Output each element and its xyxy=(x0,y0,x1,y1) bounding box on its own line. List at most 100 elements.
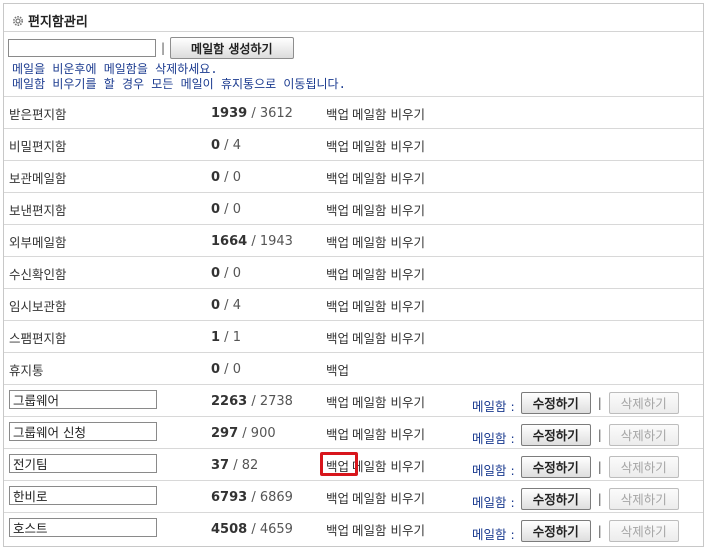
edit-button[interactable]: 수정하기 xyxy=(520,455,591,478)
mail-count: 37 / 82 xyxy=(211,458,258,473)
mail-count: 1939 / 3612 xyxy=(211,106,293,121)
empty-mailbox-link[interactable]: 메일함 비우기 xyxy=(352,427,425,442)
folder-name: 휴지통 xyxy=(9,363,44,378)
folder-name: 비밀편지함 xyxy=(9,139,67,154)
unread-count: 0 xyxy=(211,362,221,377)
folder-name: 수신확인함 xyxy=(9,267,67,282)
count-slash: / xyxy=(247,490,260,505)
empty-mailbox-link[interactable]: 메일함 비우기 xyxy=(352,235,425,250)
table-row: 스팸편지함 1 / 1 백업 메일함 비우기 xyxy=(4,320,703,352)
folder-actions: 백업 메일함 비우기 xyxy=(326,488,428,507)
total-count: 1 xyxy=(232,330,241,345)
folder-name: 받은편지함 xyxy=(9,107,67,122)
backup-link[interactable]: 백업 xyxy=(326,395,349,410)
backup-link[interactable]: 백업 xyxy=(326,491,349,506)
table-row: 수신확인함 0 / 0 백업 메일함 비우기 xyxy=(4,256,703,288)
backup-link[interactable]: 백업 xyxy=(326,427,349,442)
empty-mailbox-link[interactable]: 메일함 비우기 xyxy=(352,523,425,538)
table-row: 보관메일함 0 / 0 백업 메일함 비우기 xyxy=(4,160,703,192)
backup-link[interactable]: 백업 xyxy=(326,331,349,346)
separator: | xyxy=(597,427,602,442)
mailbox-controls: 메일함 : 수정하기 | 삭제하기 xyxy=(472,454,679,479)
empty-mailbox-link[interactable]: 메일함 비우기 xyxy=(352,171,425,186)
unread-count: 37 xyxy=(211,458,230,473)
create-mailbox-row: | 메일함 생성하기 xyxy=(8,37,294,59)
folder-name: 스팸편지함 xyxy=(9,331,67,346)
delete-button[interactable]: 삭제하기 xyxy=(608,519,679,542)
table-row: 297 / 900 백업메일함 비우기 메일함 : 수정하기 | 삭제하기 xyxy=(4,416,703,448)
edit-button[interactable]: 수정하기 xyxy=(520,487,591,510)
count-slash: / xyxy=(247,106,260,121)
mail-count: 2263 / 2738 xyxy=(211,394,293,409)
edit-button[interactable]: 수정하기 xyxy=(520,423,591,446)
page-title: 편지함관리 xyxy=(28,15,88,30)
edit-button[interactable]: 수정하기 xyxy=(520,391,591,414)
mailbox-controls: 메일함 : 수정하기 | 삭제하기 xyxy=(472,390,679,415)
empty-mailbox-link[interactable]: 메일함 비우기 xyxy=(352,459,425,474)
folder-actions: 백업 메일함 비우기 xyxy=(326,168,428,187)
new-mailbox-name-input[interactable] xyxy=(8,39,156,57)
edit-button[interactable]: 수정하기 xyxy=(520,519,591,542)
empty-mailbox-link[interactable]: 메일함 비우기 xyxy=(352,139,425,154)
count-slash: / xyxy=(220,202,233,217)
notice-text: 메일을 비운후에 메일함을 삭제하세요. 메일함 비우기를 할 경우 모든 메일… xyxy=(12,62,346,92)
empty-mailbox-link[interactable]: 메일함 비우기 xyxy=(352,331,425,346)
table-row: 2263 / 2738 백업메일함 비우기 메일함 : 수정하기 | 삭제하기 xyxy=(4,384,703,416)
mailbox-label: 메일함 : xyxy=(472,527,515,542)
delete-button[interactable]: 삭제하기 xyxy=(608,391,679,414)
count-slash: / xyxy=(220,170,233,185)
backup-link[interactable]: 백업 xyxy=(326,203,349,218)
mail-count: 0 / 0 xyxy=(211,362,241,377)
create-mailbox-button[interactable]: 메일함 생성하기 xyxy=(170,37,294,59)
folder-name-input[interactable] xyxy=(9,422,157,441)
backup-link[interactable]: 백업 xyxy=(326,299,349,314)
folder-name-input[interactable] xyxy=(9,390,157,409)
separator: | xyxy=(597,523,602,538)
backup-link[interactable]: 백업 xyxy=(326,267,349,282)
count-slash: / xyxy=(220,138,233,153)
folder-name-input[interactable] xyxy=(9,518,157,537)
backup-link[interactable]: 백업 xyxy=(326,171,349,186)
table-row: 받은편지함 1939 / 3612 백업 메일함 비우기 xyxy=(4,96,703,128)
folder-actions: 백업 xyxy=(326,360,352,379)
separator: | xyxy=(597,395,602,410)
mailbox-label: 메일함 : xyxy=(472,495,515,510)
mail-count: 0 / 4 xyxy=(211,138,241,153)
mailbox-controls: 메일함 : 수정하기 | 삭제하기 xyxy=(472,486,679,511)
table-row: 임시보관함 0 / 4 백업 메일함 비우기 xyxy=(4,288,703,320)
count-slash: / xyxy=(220,298,233,313)
folder-name-input[interactable] xyxy=(9,454,157,473)
unread-count: 0 xyxy=(211,170,221,185)
total-count: 3612 xyxy=(259,106,293,121)
backup-link[interactable]: 백업 xyxy=(326,107,349,122)
total-count: 900 xyxy=(250,426,276,441)
total-count: 0 xyxy=(232,362,241,377)
delete-button[interactable]: 삭제하기 xyxy=(608,423,679,446)
folder-actions: 백업 메일함 비우기 xyxy=(326,232,428,251)
delete-button[interactable]: 삭제하기 xyxy=(608,487,679,510)
separator: | xyxy=(161,41,166,55)
table-row: 외부메일함 1664 / 1943 백업 메일함 비우기 xyxy=(4,224,703,256)
empty-mailbox-link[interactable]: 메일함 비우기 xyxy=(352,299,425,314)
folder-actions: 백업 메일함 비우기 xyxy=(326,200,428,219)
empty-mailbox-link[interactable]: 메일함 비우기 xyxy=(352,203,425,218)
mail-count: 6793 / 6869 xyxy=(211,490,293,505)
empty-mailbox-link[interactable]: 메일함 비우기 xyxy=(352,267,425,282)
mail-count: 0 / 0 xyxy=(211,202,241,217)
delete-button[interactable]: 삭제하기 xyxy=(608,455,679,478)
backup-link[interactable]: 백업 xyxy=(326,139,349,154)
folder-actions: 백업 메일함 비우기 xyxy=(326,104,428,123)
mail-count: 0 / 0 xyxy=(211,266,241,281)
mail-count: 4508 / 4659 xyxy=(211,522,293,537)
empty-mailbox-link[interactable]: 메일함 비우기 xyxy=(352,491,425,506)
backup-link[interactable]: 백업 xyxy=(326,523,349,538)
folder-actions: 백업 메일함 비우기 xyxy=(326,264,428,283)
separator: | xyxy=(597,491,602,506)
count-slash: / xyxy=(220,362,233,377)
backup-link[interactable]: 백업 xyxy=(326,363,349,378)
empty-mailbox-link[interactable]: 메일함 비우기 xyxy=(352,395,425,410)
empty-mailbox-link[interactable]: 메일함 비우기 xyxy=(352,107,425,122)
backup-link[interactable]: 백업 xyxy=(326,235,349,250)
mail-count: 0 / 0 xyxy=(211,170,241,185)
folder-name-input[interactable] xyxy=(9,486,157,505)
